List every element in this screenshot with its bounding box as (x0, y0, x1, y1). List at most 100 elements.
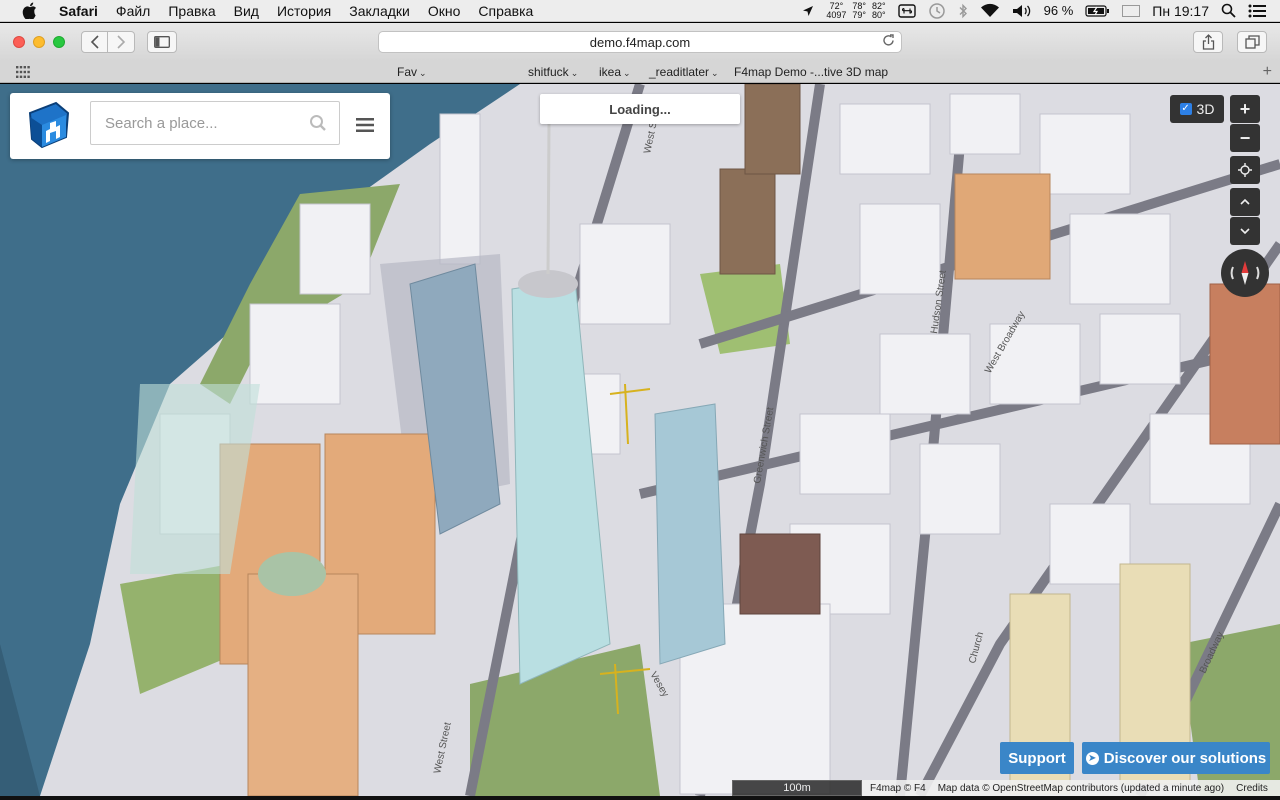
toggle-3d-button[interactable]: ✓ 3D (1170, 95, 1224, 123)
osm-attribution[interactable]: Map data © OpenStreetMap contributors (u… (938, 783, 1224, 794)
map-3d-scene: West Street West Street Vesey Greenwich … (0, 84, 1280, 796)
checkbox-checked-icon: ✓ (1179, 103, 1192, 115)
bookmark-folder-label: shitfuck (528, 65, 569, 79)
bookmark-folder-label: Fav (397, 65, 418, 79)
wifi-icon[interactable] (980, 3, 1000, 18)
back-button[interactable] (81, 31, 108, 53)
search-panel (10, 93, 390, 159)
menu-edit[interactable]: Правка (159, 0, 224, 22)
minimize-window-button[interactable] (33, 36, 45, 48)
new-tab-plus-icon[interactable]: + (1263, 63, 1272, 81)
window-bottom-edge (0, 796, 1280, 800)
tabs-overview-icon (1244, 35, 1260, 49)
search-input[interactable] (105, 114, 305, 132)
share-icon (1202, 34, 1214, 50)
chevron-left-icon (90, 35, 99, 49)
tab-f4map-demo[interactable]: F4map Demo -...tive 3D map (734, 65, 888, 79)
chevron-down-icon: ⌄ (419, 68, 427, 78)
chevron-up-icon (1240, 198, 1250, 205)
share-button[interactable] (1193, 31, 1223, 53)
keyboard-shortcut-icon[interactable] (897, 3, 916, 18)
temp-2-bottom: 79° (852, 9, 867, 20)
discover-label: Discover our solutions (1103, 749, 1267, 767)
brown-tower (719, 168, 776, 275)
sidebar-toggle-button[interactable] (147, 31, 177, 53)
f4map-copyright[interactable]: F4map © F4 (870, 783, 926, 794)
green-dome (258, 552, 326, 596)
support-button[interactable]: Support (1000, 742, 1074, 774)
clock[interactable]: Пн 19:17 (1152, 3, 1209, 19)
time-machine-icon[interactable] (928, 2, 946, 20)
location-arrow-icon[interactable] (802, 5, 814, 17)
volume-icon[interactable] (1012, 4, 1032, 18)
menu-safari[interactable]: Safari (50, 0, 107, 22)
orange-tower (247, 573, 359, 796)
search-icon[interactable] (309, 114, 327, 135)
menu-history[interactable]: История (268, 0, 340, 22)
bookmarks-bar: Fav ⌄ shitfuck ⌄ ikea ⌄ _readitlater ⌄ F4map… (0, 61, 1280, 83)
spotlight-search-icon[interactable] (1221, 3, 1236, 18)
bookmark-folder-ikea[interactable]: ikea ⌄ (599, 65, 631, 79)
compass-rotate-control[interactable] (1221, 249, 1269, 297)
forward-button[interactable] (108, 31, 135, 53)
toggle-3d-label: 3D (1196, 101, 1215, 117)
battery-icon[interactable] (1085, 4, 1110, 17)
crosshair-icon (1238, 163, 1252, 177)
brown-tower (744, 84, 801, 175)
show-all-tabs-button[interactable] (1237, 31, 1267, 53)
bookmark-folder-label: ikea (599, 65, 622, 79)
menu-window[interactable]: Окно (419, 0, 470, 22)
hamburger-menu-icon[interactable] (356, 117, 374, 136)
navigation-buttons (81, 31, 135, 53)
tilt-down-button[interactable] (1230, 217, 1260, 245)
map-attribution: F4map © F4 Map data © OpenStreetMap cont… (862, 780, 1280, 796)
tower-roof (518, 270, 578, 298)
compass-icon (1230, 261, 1260, 285)
reload-icon[interactable] (882, 34, 895, 50)
chevron-down-icon (1240, 228, 1250, 235)
battery-percentage[interactable]: 96 % (1044, 3, 1074, 18)
f4map-logo[interactable] (20, 101, 76, 151)
safari-toolbar: demo.f4map.com (0, 23, 1280, 61)
zoom-in-button[interactable]: + (1230, 95, 1260, 123)
bookmark-folder-fav[interactable]: Fav ⌄ (397, 65, 427, 79)
map-scale-bar: 100m (732, 780, 862, 796)
blue-glass-tower (654, 403, 726, 665)
menu-bookmarks[interactable]: Закладки (340, 0, 419, 22)
red-building (1209, 283, 1280, 445)
chevron-right-icon (117, 35, 126, 49)
zoom-out-button[interactable]: − (1230, 124, 1260, 152)
discover-solutions-button[interactable]: ➤ Discover our solutions (1082, 742, 1270, 774)
arrow-circle-right-icon: ➤ (1085, 751, 1099, 765)
notification-center-icon[interactable] (1248, 4, 1266, 18)
bluetooth-icon[interactable] (958, 3, 968, 19)
zoom-window-button[interactable] (53, 36, 65, 48)
menu-view[interactable]: Вид (225, 0, 268, 22)
tower-spire (546, 123, 551, 275)
menu-file[interactable]: Файл (107, 0, 159, 22)
chevron-down-icon: ⌄ (570, 68, 579, 78)
top-sites-grid-icon[interactable] (16, 66, 30, 81)
chevron-down-icon: ⌄ (623, 68, 631, 78)
temperature-monitor[interactable]: 72° 4097 78° 79° 82° 80° (826, 1, 886, 20)
credits-link[interactable]: Credits (1236, 783, 1268, 794)
apple-icon[interactable] (20, 2, 38, 20)
window-controls (13, 36, 65, 48)
temp-1-bottom: 4097 (826, 9, 847, 20)
temp-3-bottom: 80° (872, 9, 886, 20)
bookmark-folder-readitlater[interactable]: _readitlater ⌄ (649, 65, 719, 79)
tilt-up-button[interactable] (1230, 188, 1260, 216)
locate-me-button[interactable] (1230, 156, 1260, 184)
orange-building (954, 173, 1051, 280)
map-canvas[interactable]: West Street West Street Vesey Greenwich … (0, 84, 1280, 796)
chevron-down-icon: ⌄ (711, 68, 719, 78)
sidebar-icon (154, 36, 170, 48)
address-bar[interactable]: demo.f4map.com (378, 31, 902, 53)
flag-ru-icon[interactable] (1122, 4, 1141, 17)
close-window-button[interactable] (13, 36, 25, 48)
menu-help[interactable]: Справка (469, 0, 542, 22)
bookmark-folder-shitfuck[interactable]: shitfuck ⌄ (528, 65, 578, 79)
url-text: demo.f4map.com (589, 34, 691, 50)
search-box (90, 101, 340, 145)
macos-menu-bar: Safari Файл Правка Вид История Закладки … (0, 0, 1280, 22)
